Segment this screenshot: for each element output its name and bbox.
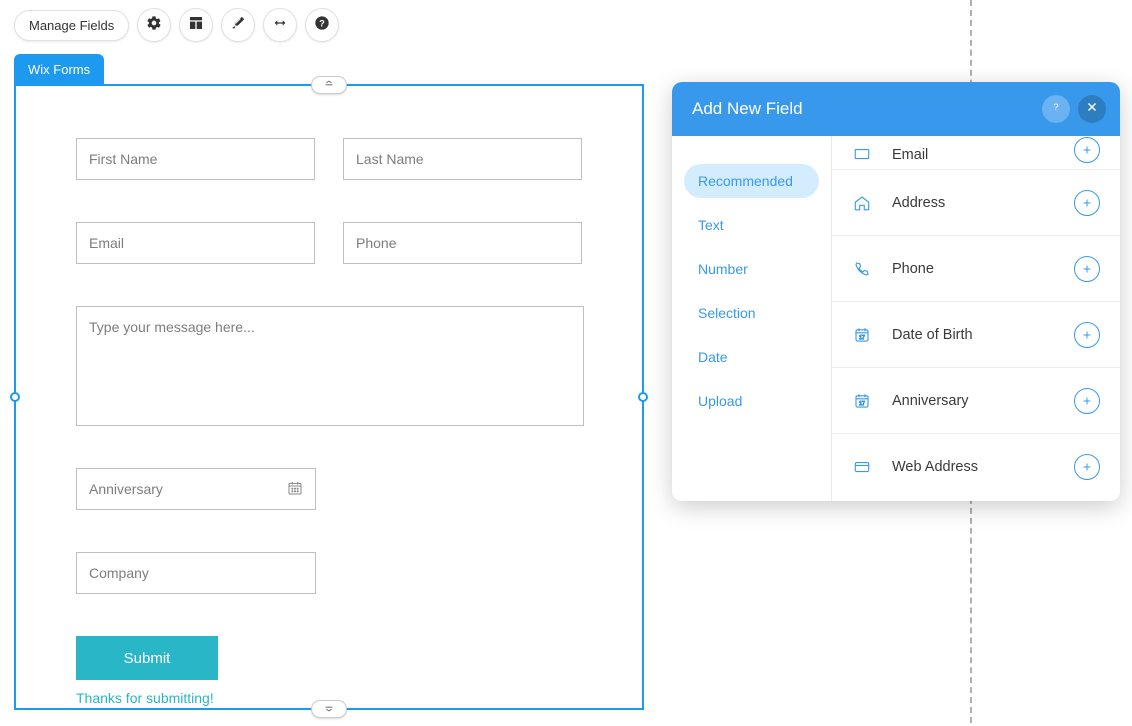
form-selection-box[interactable]: First Name Last Name Email Phone Type yo…: [14, 84, 644, 710]
field-option-address[interactable]: Address: [832, 170, 1120, 236]
field-option-label: Email: [892, 147, 1054, 163]
help-button[interactable]: ?: [305, 8, 339, 42]
field-option-label: Web Address: [892, 459, 1054, 475]
panel-help-button[interactable]: ?: [1042, 95, 1070, 123]
anniversary-label: Anniversary: [89, 481, 163, 497]
add-field-panel: Add New Field ? Recommended Text Number …: [672, 82, 1120, 501]
resize-handle-left[interactable]: [10, 392, 20, 402]
message-textarea[interactable]: Type your message here...: [76, 306, 584, 426]
category-date[interactable]: Date: [684, 340, 819, 374]
svg-text:17: 17: [859, 400, 865, 406]
animation-button[interactable]: [263, 8, 297, 42]
drag-handle-bottom[interactable]: [311, 700, 347, 718]
field-option-web-address[interactable]: Web Address: [832, 434, 1120, 500]
first-name-field[interactable]: First Name: [76, 138, 315, 180]
resize-handle-right[interactable]: [638, 392, 648, 402]
field-option-email[interactable]: Email: [832, 136, 1120, 170]
editor-toolbar: Manage Fields ?: [14, 8, 339, 42]
brush-icon: [230, 15, 246, 36]
field-option-label: Address: [892, 195, 1054, 211]
category-upload[interactable]: Upload: [684, 384, 819, 418]
envelope-icon: [852, 145, 872, 163]
company-field[interactable]: Company: [76, 552, 316, 594]
phone-field[interactable]: Phone: [343, 222, 582, 264]
add-field-button[interactable]: [1074, 256, 1100, 282]
category-number[interactable]: Number: [684, 252, 819, 286]
svg-text:?: ?: [1053, 102, 1058, 112]
calendar-icon: 17: [852, 392, 872, 410]
form-body: First Name Last Name Email Phone Type yo…: [16, 86, 642, 726]
layout-icon: [188, 15, 204, 36]
drag-handle-top[interactable]: [311, 76, 347, 94]
field-option-anniversary[interactable]: 17 Anniversary: [832, 368, 1120, 434]
panel-title: Add New Field: [692, 99, 803, 119]
anniversary-field[interactable]: Anniversary: [76, 468, 316, 510]
field-option-phone[interactable]: Phone: [832, 236, 1120, 302]
add-field-button[interactable]: [1074, 322, 1100, 348]
design-button[interactable]: [221, 8, 255, 42]
email-field[interactable]: Email: [76, 222, 315, 264]
calendar-icon: [287, 480, 303, 499]
panel-close-button[interactable]: [1078, 95, 1106, 123]
help-icon: ?: [1049, 99, 1063, 119]
animation-icon: [272, 15, 288, 36]
add-field-button[interactable]: [1074, 190, 1100, 216]
browser-icon: [852, 458, 872, 476]
help-icon: ?: [314, 15, 330, 36]
svg-text:?: ?: [319, 18, 325, 28]
submit-button[interactable]: Submit: [76, 636, 218, 680]
drag-icon: [323, 76, 335, 94]
home-icon: [852, 194, 872, 212]
category-selection[interactable]: Selection: [684, 296, 819, 330]
field-option-dob[interactable]: 17 Date of Birth: [832, 302, 1120, 368]
gear-icon: [146, 15, 162, 36]
panel-header: Add New Field ?: [672, 82, 1120, 136]
close-icon: [1085, 99, 1099, 119]
field-type-list: Email Address Phone 17 Date of Birth 17 …: [832, 136, 1120, 501]
svg-text:17: 17: [859, 334, 865, 340]
settings-button[interactable]: [137, 8, 171, 42]
category-recommended[interactable]: Recommended: [684, 164, 819, 198]
category-text[interactable]: Text: [684, 208, 819, 242]
add-field-button[interactable]: [1074, 388, 1100, 414]
manage-fields-button[interactable]: Manage Fields: [14, 10, 129, 41]
category-list: Recommended Text Number Selection Date U…: [672, 136, 832, 501]
field-option-label: Date of Birth: [892, 327, 1054, 343]
calendar-icon: 17: [852, 326, 872, 344]
last-name-field[interactable]: Last Name: [343, 138, 582, 180]
phone-icon: [852, 260, 872, 278]
field-option-label: Anniversary: [892, 393, 1054, 409]
add-field-button[interactable]: [1074, 454, 1100, 480]
component-tab-wix-forms[interactable]: Wix Forms: [14, 54, 104, 85]
drag-icon: [323, 700, 335, 718]
field-option-label: Phone: [892, 261, 1054, 277]
layout-button[interactable]: [179, 8, 213, 42]
add-field-button[interactable]: [1074, 137, 1100, 163]
